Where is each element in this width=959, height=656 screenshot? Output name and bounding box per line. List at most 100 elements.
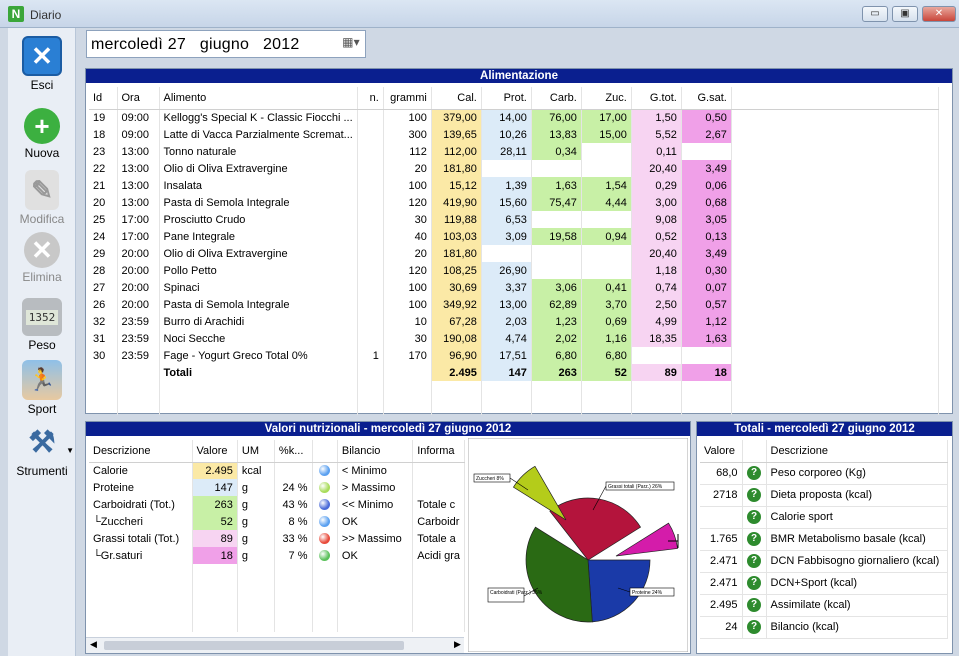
table-cell: [581, 211, 632, 228]
table-row[interactable]: Grassi totali (Tot.) 89 g 33 % >> Massimo Tot…: [89, 530, 465, 547]
table-row[interactable]: Carboidrati (Tot.) 263 g 43 % << Minimo Total…: [89, 496, 465, 513]
table-cell: 120: [383, 194, 432, 211]
minimize-button[interactable]: ▭: [862, 6, 888, 22]
sidebar-item-nuova[interactable]: + Nuova: [8, 108, 76, 160]
totals-cell: [89, 364, 118, 381]
column-header[interactable]: Cal.: [431, 87, 482, 110]
table-cell: 18,35: [631, 330, 682, 347]
table-row[interactable]: 24? Bilancio (kcal): [700, 616, 948, 639]
table-cell: Assimilate (kcal): [766, 594, 948, 617]
help-icon[interactable]: ?: [747, 620, 761, 634]
column-header[interactable]: Valore: [700, 440, 743, 463]
column-header[interactable]: Informa: [412, 440, 465, 463]
horizontal-scrollbar[interactable]: ◀ ▶: [86, 637, 464, 653]
help-icon[interactable]: ?: [747, 598, 761, 612]
column-header[interactable]: Ora: [117, 87, 160, 110]
column-header[interactable]: Alimento: [159, 87, 358, 110]
column-header[interactable]: Prot.: [481, 87, 532, 110]
scroll-right-icon[interactable]: ▶: [454, 639, 461, 650]
table-row[interactable]: 23 13:00 Tonno naturale 112 112,00 28,11 0,34 0…: [89, 143, 940, 160]
table-cell: 10: [383, 313, 432, 330]
sidebar-item-modifica[interactable]: ✎ Modifica: [8, 170, 76, 226]
pie-label-zuc: Zuccheri 8%: [476, 476, 504, 482]
column-header[interactable]: Descrizione: [89, 440, 193, 463]
table-cell: [531, 160, 582, 177]
table-cell: [237, 598, 275, 615]
help-icon[interactable]: ?: [747, 576, 761, 590]
column-header[interactable]: Descrizione: [766, 440, 948, 463]
column-header[interactable]: Bilancio: [337, 440, 414, 463]
table-cell: [312, 615, 338, 632]
sidebar-item-sport[interactable]: 🏃 Sport: [8, 360, 76, 416]
column-header[interactable]: Id: [89, 87, 118, 110]
table-cell: 09:00: [117, 109, 160, 126]
table-row[interactable]: 32 23:59 Burro di Arachidi 10 67,28 2,03 1,23 0…: [89, 313, 940, 330]
table-cell: └Gr.saturi: [89, 547, 193, 564]
help-icon[interactable]: ?: [747, 488, 761, 502]
table-row[interactable]: 25 17:00 Prosciutto Crudo 30 119,88 6,53 9,08 3…: [89, 211, 940, 228]
table-row[interactable]: 68,0? Peso corporeo (Kg): [700, 462, 948, 485]
column-header[interactable]: Valore: [192, 440, 238, 463]
help-icon[interactable]: ?: [747, 466, 761, 480]
table-cell: [731, 398, 940, 415]
column-header[interactable]: %k...: [274, 440, 313, 463]
maximize-button[interactable]: ▣: [892, 6, 918, 22]
table-row[interactable]: 1.765? BMR Metabolismo basale (kcal): [700, 528, 948, 551]
table-row[interactable]: Calorie 2.495 kcal < Minimo: [89, 462, 465, 479]
status-dot-cell: [312, 496, 338, 513]
help-icon[interactable]: ?: [747, 532, 761, 546]
column-header[interactable]: [312, 440, 338, 463]
column-header[interactable]: Carb.: [531, 87, 582, 110]
table-row[interactable]: 27 20:00 Spinaci 100 30,69 3,37 3,06 0,41 0,74 0,…: [89, 279, 940, 296]
table-row[interactable]: 2.471? DCN Fabbisogno giornaliero (kcal): [700, 550, 948, 573]
column-header[interactable]: grammi: [383, 87, 432, 110]
table-row[interactable]: ? Calorie sport: [700, 506, 948, 529]
table-cell: 1,54: [581, 177, 632, 194]
table-cell: 52: [192, 513, 238, 530]
valori-table: Descrizione Valore UM %k... Bilancio Informa …: [89, 440, 465, 632]
table-row[interactable]: Proteine 147 g 24 % > Massimo: [89, 479, 465, 496]
table-row[interactable]: 24 17:00 Pane Integrale 40 103,03 3,09 19,58 0,…: [89, 228, 940, 245]
table-cell: 0,30: [681, 262, 732, 279]
date-day: 27: [167, 36, 186, 53]
table-cell: [357, 245, 384, 262]
table-row[interactable]: 2.471? DCN+Sport (kcal): [700, 572, 948, 595]
column-header[interactable]: G.tot.: [631, 87, 682, 110]
sidebar-item-esci[interactable]: ✕ Esci: [8, 36, 76, 92]
scrollbar-thumb[interactable]: [104, 641, 404, 650]
table-row[interactable]: └Zuccheri 52 g 8 % OK Carboidr: [89, 513, 465, 530]
table-row[interactable]: 26 20:00 Pasta di Semola Integrale 100 349,9…: [89, 296, 940, 313]
column-header[interactable]: n.: [357, 87, 384, 110]
table-cell: 108,25: [431, 262, 482, 279]
table-row[interactable]: 2.495? Assimilate (kcal): [700, 594, 948, 617]
table-cell: [337, 598, 414, 615]
table-row[interactable]: └Gr.saturi 18 g 7 % OK Acidi gra: [89, 547, 465, 564]
sidebar-item-peso[interactable]: 1352 Peso: [8, 298, 76, 352]
table-row[interactable]: 19 09:00 Kellogg's Special K - Classic Fio…: [89, 109, 940, 126]
table-row[interactable]: 21 13:00 Insalata 100 15,12 1,39 1,63 1,54 0,29 0…: [89, 177, 940, 194]
scroll-left-icon[interactable]: ◀: [90, 639, 97, 650]
table-row[interactable]: 29 20:00 Olio di Oliva Extravergine 20 181,8…: [89, 245, 940, 262]
table-row[interactable]: 28 20:00 Pollo Petto 120 108,25 26,90 1,18 0,30: [89, 262, 940, 279]
calendar-dropdown-icon[interactable]: ▦▾: [339, 35, 363, 53]
help-icon[interactable]: ?: [747, 554, 761, 568]
table-row[interactable]: 2718? Dieta proposta (kcal): [700, 484, 948, 507]
table-cell: 30: [383, 211, 432, 228]
table-cell: 24: [700, 616, 743, 639]
column-header[interactable]: G.sat.: [681, 87, 732, 110]
column-header[interactable]: Zuc.: [581, 87, 632, 110]
sidebar-item-elimina[interactable]: ✕ Elimina: [8, 232, 76, 284]
table-row[interactable]: 22 13:00 Olio di Oliva Extravergine 20 181,8…: [89, 160, 940, 177]
table-row[interactable]: 20 13:00 Pasta di Semola Integrale 120 419,9…: [89, 194, 940, 211]
column-header[interactable]: UM: [237, 440, 275, 463]
table-cell: 2.471: [700, 550, 743, 573]
table-row[interactable]: 30 23:59 Fage - Yogurt Greco Total 0% 1 170 9…: [89, 347, 940, 364]
table-row[interactable]: 31 23:59 Noci Secche 30 190,08 4,74 2,02 1,16 18…: [89, 330, 940, 347]
date-picker[interactable]: mercoledì 27 giugno 2012 ▦▾: [86, 30, 366, 58]
sidebar-item-strumenti[interactable]: ⚒ Strumenti ▼: [8, 422, 76, 479]
column-header[interactable]: [742, 440, 767, 463]
close-button[interactable]: ✕: [922, 6, 956, 22]
alimentazione-table: Id Ora Alimento n. grammi Cal. Prot. Carb. Zuc. G…: [89, 87, 940, 415]
table-row[interactable]: 18 09:00 Latte di Vacca Parzialmente Screm…: [89, 126, 940, 143]
help-icon[interactable]: ?: [747, 510, 761, 524]
